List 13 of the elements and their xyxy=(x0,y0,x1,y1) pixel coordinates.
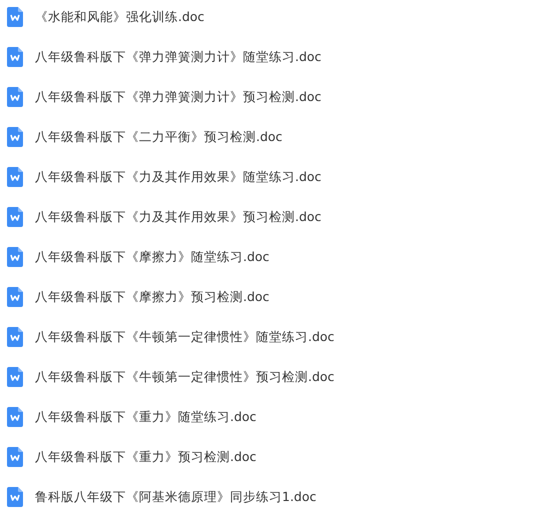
file-name[interactable]: 八年级鲁科版下《重力》预习检测.doc xyxy=(35,448,256,466)
file-name[interactable]: 八年级鲁科版下《弹力弹簧测力计》随堂练习.doc xyxy=(35,48,322,66)
file-name[interactable]: 《水能和风能》强化训练.doc xyxy=(35,8,204,26)
file-name[interactable]: 八年级鲁科版下《二力平衡》预习检测.doc xyxy=(35,128,282,146)
file-name[interactable]: 八年级鲁科版下《力及其作用效果》随堂练习.doc xyxy=(35,168,322,186)
file-name[interactable]: 八年级鲁科版下《摩擦力》随堂练习.doc xyxy=(35,248,270,266)
file-name[interactable]: 八年级鲁科版下《重力》随堂练习.doc xyxy=(35,408,256,426)
file-name[interactable]: 八年级鲁科版下《摩擦力》预习检测.doc xyxy=(35,288,270,306)
file-name[interactable]: 八年级鲁科版下《弹力弹簧测力计》预习检测.doc xyxy=(35,88,322,106)
file-name[interactable]: 八年级鲁科版下《牛顿第一定律惯性》预习检测.doc xyxy=(35,368,334,386)
file-name[interactable]: 鲁科版八年级下《阿基米德原理》同步练习1.doc xyxy=(35,488,316,506)
file-name[interactable]: 八年级鲁科版下《牛顿第一定律惯性》随堂练习.doc xyxy=(35,328,334,346)
file-name[interactable]: 八年级鲁科版下《力及其作用效果》预习检测.doc xyxy=(35,208,322,226)
